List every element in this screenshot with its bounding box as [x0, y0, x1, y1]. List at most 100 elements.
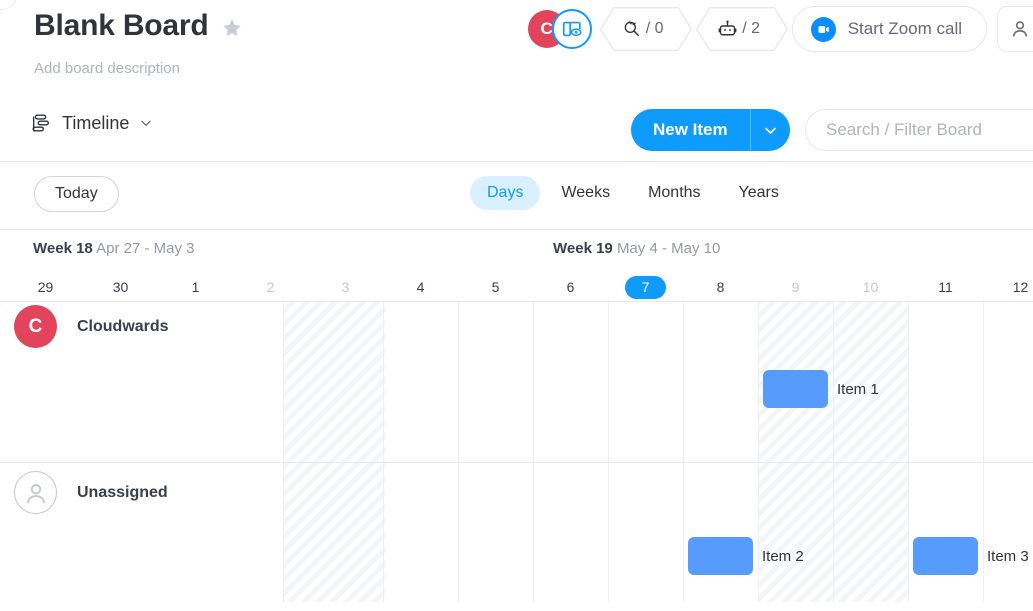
day-number: 2 [266, 279, 275, 295]
new-item-dropdown-button[interactable] [749, 109, 790, 151]
grid-line [683, 302, 684, 602]
robot-icon [718, 19, 737, 35]
timeline-item[interactable]: Item 1 [763, 370, 879, 408]
invite-person-button[interactable] [997, 6, 1033, 52]
day-cell[interactable]: 9 [758, 272, 833, 302]
day-number: 12 [1012, 279, 1029, 295]
avatar-group: C [527, 7, 592, 51]
timeline-gantt-icon [32, 114, 50, 132]
day-cell[interactable]: 5 [458, 272, 533, 302]
timeline-range-bar: Today Days Weeks Months Years [0, 162, 1033, 230]
integrations-badge[interactable]: / 0 [599, 7, 692, 51]
grid-line [383, 302, 384, 602]
star-icon[interactable] [221, 17, 243, 39]
zoom-level-tabs: Days Weeks Months Years [470, 176, 796, 210]
day-cell[interactable]: 2 [233, 272, 308, 302]
day-number: 4 [416, 279, 425, 295]
day-cell[interactable]: 6 [533, 272, 608, 302]
invite-person-icon [1012, 21, 1028, 37]
grid-line [283, 302, 284, 602]
board-title-row: Blank Board [34, 6, 243, 46]
day-number: 10 [862, 279, 879, 295]
tab-days[interactable]: Days [470, 176, 541, 210]
day-number: 30 [112, 279, 129, 295]
new-item-group: New Item [631, 109, 790, 151]
page-title: Blank Board [34, 9, 209, 42]
board-view-eye-icon[interactable] [551, 9, 592, 49]
day-number: 11 [938, 279, 953, 295]
tab-months[interactable]: Months [631, 176, 717, 210]
zoom-video-icon [810, 16, 836, 42]
integrations-count: / 0 [645, 20, 664, 37]
timeline-grid: C Cloudwards Item 1 Unassigned Item 2 Item 3 [0, 302, 1033, 602]
header-actions: C / 0 / 2 Start Zoom call [527, 6, 1033, 52]
day-cell[interactable]: 12 [983, 272, 1033, 302]
timeline-item-bar[interactable] [688, 537, 753, 575]
board-page: Blank Board Add board description C / 0 … [0, 0, 1033, 611]
day-cell[interactable]: 10 [833, 272, 908, 302]
board-toolbar: Timeline New Item [0, 100, 1033, 162]
timeline-item[interactable]: Item 3 [913, 537, 1029, 575]
day-number: 3 [341, 279, 350, 295]
day-cell[interactable]: 4 [383, 272, 458, 302]
tab-weeks[interactable]: Weeks [544, 176, 627, 210]
lane-divider [0, 462, 1033, 463]
timeline-item-label: Item 3 [987, 547, 1029, 565]
grid-line [533, 302, 534, 602]
chevron-down-icon [141, 120, 152, 127]
automations-count: / 2 [742, 20, 761, 37]
day-cell[interactable]: 29 [8, 272, 83, 302]
today-button[interactable]: Today [34, 176, 119, 212]
week-range: Apr 27 - May 3 [96, 240, 195, 257]
day-cell-today[interactable]: 7 [608, 272, 683, 302]
grid-line [908, 302, 909, 602]
automations-badge[interactable]: / 2 [695, 7, 788, 51]
search-input[interactable] [805, 109, 1033, 151]
view-selector[interactable]: Timeline [30, 112, 153, 134]
chevron-down-icon [764, 127, 776, 134]
person-outline-icon [14, 471, 57, 514]
grid-line [608, 302, 609, 602]
day-header-row: 29 30 1 2 3 4 5 6 7 8 9 10 11 12 [0, 272, 1033, 302]
grid-line [833, 302, 834, 602]
new-item-button[interactable]: New Item [631, 109, 750, 151]
timeline-item-label: Item 1 [837, 380, 879, 398]
day-cell[interactable]: 11 [908, 272, 983, 302]
day-number: 6 [566, 279, 575, 295]
view-name-label: Timeline [62, 112, 130, 133]
timeline-group-header[interactable]: C Cloudwards [14, 305, 169, 348]
week-label: Week 19 May 4 - May 10 [553, 240, 720, 257]
week-header-row: Week 18 Apr 27 - May 3 Week 19 May 4 - M… [0, 230, 1033, 272]
timeline-group-header[interactable]: Unassigned [14, 471, 168, 514]
timeline-item-bar[interactable] [763, 370, 828, 408]
grid-line [458, 302, 459, 602]
avatar: C [14, 305, 57, 348]
group-name-label: Cloudwards [77, 317, 169, 335]
integration-plug-icon [624, 21, 639, 36]
weekend-band [283, 302, 385, 602]
timeline-item-bar[interactable] [913, 537, 978, 575]
start-zoom-call-label: Start Zoom call [847, 19, 962, 38]
day-cell[interactable]: 3 [308, 272, 383, 302]
day-number: 7 [624, 275, 667, 299]
day-number: 9 [791, 279, 800, 295]
timeline-item[interactable]: Item 2 [688, 537, 804, 575]
start-zoom-call-button[interactable]: Start Zoom call [791, 6, 987, 52]
week-range: May 4 - May 10 [616, 240, 721, 257]
day-cell[interactable]: 30 [83, 272, 158, 302]
day-number: 5 [491, 279, 500, 295]
day-number: 1 [191, 279, 200, 295]
group-name-label: Unassigned [77, 483, 168, 501]
tab-years[interactable]: Years [722, 176, 796, 210]
day-cell[interactable]: 8 [683, 272, 758, 302]
board-description[interactable]: Add board description [34, 60, 180, 77]
corner-arc-decoration [0, 0, 18, 10]
day-number: 8 [716, 279, 725, 295]
week-name: Week 19 [553, 240, 613, 257]
week-label: Week 18 Apr 27 - May 3 [33, 240, 194, 257]
day-cell[interactable]: 1 [158, 272, 233, 302]
timeline-item-label: Item 2 [762, 547, 804, 565]
week-name: Week 18 [33, 240, 93, 257]
board-header: Blank Board Add board description C / 0 … [0, 0, 1033, 100]
day-number: 29 [37, 279, 54, 295]
